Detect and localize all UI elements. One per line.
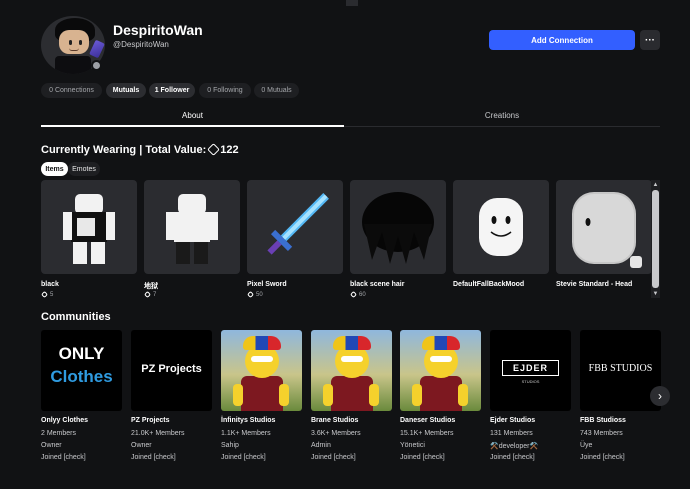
stat-mutuals-pill[interactable]: Mutuals xyxy=(106,83,146,98)
community-members: 21.0K+ Members xyxy=(131,430,185,437)
item-card-stevie-head[interactable] xyxy=(556,180,652,274)
community-logo-ejder[interactable]: EJDER STUDIOS xyxy=(490,330,571,411)
community-name[interactable]: PZ Projects xyxy=(131,417,170,424)
item-thumbnail xyxy=(166,194,218,264)
community-members: 743 Members xyxy=(580,430,623,437)
item-name[interactable]: DefaultFallBackMood xyxy=(453,281,524,288)
currently-wearing-title: Currently Wearing | Total Value: 122 xyxy=(41,143,239,156)
item-price: 7 xyxy=(143,290,156,299)
community-joined: Joined [check] xyxy=(400,454,445,461)
community-role: ⚒️developer⚒️ xyxy=(490,443,539,450)
community-logo-pz-projects[interactable]: PZ Projects xyxy=(131,330,212,411)
community-logo-infinitys[interactable] xyxy=(221,330,302,411)
chevron-right-icon: › xyxy=(658,389,662,403)
community-name[interactable]: Ejder Studios xyxy=(490,417,535,424)
presence-status-icon xyxy=(91,60,102,71)
carousel-next-button[interactable]: › xyxy=(650,386,670,406)
community-joined: Joined [check] xyxy=(490,454,535,461)
head-icon xyxy=(572,192,642,268)
top-divider-stub xyxy=(346,0,358,6)
segment-items[interactable]: Items xyxy=(41,162,68,176)
item-name[interactable]: Stevie Standard - Head xyxy=(556,281,632,288)
stat-mutuals[interactable]: 0 Mutuals xyxy=(254,83,299,98)
community-logo-daneser[interactable] xyxy=(400,330,481,411)
currently-wearing-label: Currently Wearing | Total Value: xyxy=(41,144,207,156)
community-role: Owner xyxy=(131,442,152,449)
community-role: Üye xyxy=(580,442,593,449)
community-joined: Joined [check] xyxy=(131,454,176,461)
community-name[interactable]: Onlyy Clothes xyxy=(41,417,88,424)
total-value: 122 xyxy=(220,144,239,156)
hair-icon xyxy=(362,192,434,264)
community-role: Sahip xyxy=(221,442,239,449)
tab-active-indicator xyxy=(41,125,344,127)
item-card-pixel-sword[interactable] xyxy=(247,180,343,274)
item-name[interactable]: black xyxy=(41,281,59,288)
community-members: 1.1K+ Members xyxy=(221,430,271,437)
item-name[interactable]: black scene hair xyxy=(350,281,404,288)
item-card-black-scene-hair[interactable] xyxy=(350,180,446,274)
tab-creations[interactable]: Creations xyxy=(344,104,660,126)
logo-text: PZ Projects xyxy=(141,363,202,375)
community-members: 3.6K+ Members xyxy=(311,430,361,437)
community-role: Yönetici xyxy=(400,442,425,449)
item-name[interactable]: Pixel Sword xyxy=(247,281,287,288)
community-role: Admin xyxy=(311,442,331,449)
community-name[interactable]: Brane Studios xyxy=(311,417,358,424)
segment-emotes[interactable]: Emotes xyxy=(68,162,100,176)
scroll-up-icon[interactable]: ▲ xyxy=(651,180,660,189)
logo-text: FBB STUDIOS xyxy=(588,363,653,374)
stat-followers[interactable]: 1 Follower xyxy=(149,83,195,98)
robux-icon xyxy=(207,143,221,156)
community-name[interactable]: Daneser Studios xyxy=(400,417,455,424)
scroll-thumb[interactable] xyxy=(652,190,659,288)
robux-icon xyxy=(143,290,152,299)
sword-icon xyxy=(89,39,105,59)
community-logo-brane[interactable] xyxy=(311,330,392,411)
robux-icon xyxy=(246,290,255,299)
community-joined: Joined [check] xyxy=(580,454,625,461)
communities-title: Communities xyxy=(41,311,111,323)
community-members: 2 Members xyxy=(41,430,77,437)
community-logo-fbb[interactable]: FBB STUDIOS xyxy=(580,330,661,411)
item-card-default-mood[interactable] xyxy=(453,180,549,274)
sword-icon xyxy=(267,193,329,255)
item-price: 5 xyxy=(40,290,53,299)
username: @DespiritoWan xyxy=(113,40,169,49)
community-logo-onlyy-clothes[interactable]: ONLY Clothes xyxy=(41,330,122,411)
community-name[interactable]: İnfinitys Studios xyxy=(221,417,275,424)
item-price: 50 xyxy=(246,290,263,299)
item-card-black[interactable] xyxy=(41,180,137,274)
more-options-button[interactable]: ··· xyxy=(640,30,660,50)
logo-text: Clothes xyxy=(50,367,113,386)
scroll-down-icon[interactable]: ▼ xyxy=(651,289,660,298)
robux-icon xyxy=(349,290,358,299)
robux-icon xyxy=(40,290,49,299)
community-joined: Joined [check] xyxy=(221,454,266,461)
logo-text: ONLY xyxy=(58,344,105,363)
community-members: 131 Members xyxy=(490,430,533,437)
face-icon xyxy=(479,198,523,256)
add-connection-button[interactable]: Add Connection xyxy=(489,30,635,50)
item-card-hell[interactable] xyxy=(144,180,240,274)
item-thumbnail xyxy=(63,194,115,264)
logo-text: EJDER xyxy=(502,360,559,376)
items-scrollbar[interactable]: ▲ ▼ xyxy=(651,180,660,298)
item-price: 60 xyxy=(349,290,366,299)
tab-about[interactable]: About xyxy=(41,104,344,126)
community-members: 15.1K+ Members xyxy=(400,430,454,437)
community-joined: Joined [check] xyxy=(41,454,86,461)
community-joined: Joined [check] xyxy=(311,454,356,461)
community-role: Owner xyxy=(41,442,62,449)
item-name[interactable]: 地狱 xyxy=(144,281,158,291)
display-name: DespiritoWan xyxy=(113,22,203,38)
community-name[interactable]: FBB Studioss xyxy=(580,417,626,424)
logo-subtext: STUDIOS xyxy=(521,379,540,384)
stat-connections[interactable]: 0 Connections xyxy=(41,83,102,98)
stat-following[interactable]: 0 Following xyxy=(199,83,251,98)
